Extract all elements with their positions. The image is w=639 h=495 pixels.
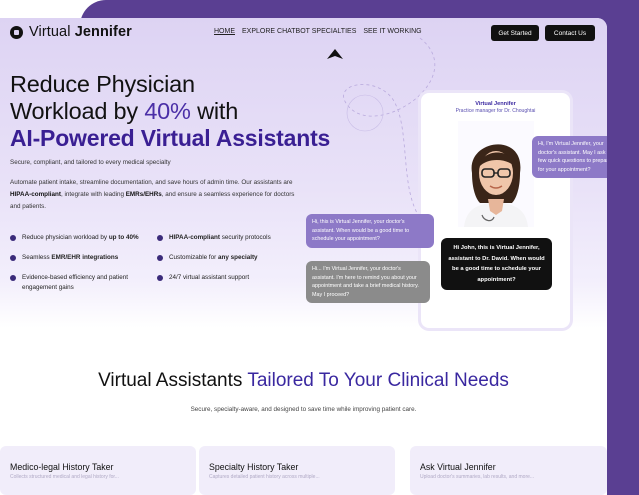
feature-item: HIPAA-compliant security protocols (157, 233, 317, 243)
get-started-button[interactable]: Get Started (491, 25, 539, 41)
dot-icon (10, 235, 16, 241)
nav-link-explore[interactable]: EXPLORE CHATBOT SPECIALTIES (242, 28, 356, 35)
card-description: Captures detailed patient history across… (209, 474, 320, 480)
logo-text: Virtual Jennifer (29, 24, 132, 40)
assistant-card[interactable]: Ask Virtual Jennifer Upload doctor's sum… (410, 446, 607, 495)
feature-item: Reduce physician workload by up to 40% (10, 233, 160, 243)
chat-header-subtitle: Practice manager for Dr. Choughtai (455, 108, 536, 114)
dot-icon (10, 255, 16, 261)
dot-icon (157, 275, 163, 281)
contact-us-button[interactable]: Contact Us (545, 25, 595, 41)
card-description: Collects structured medical and legal hi… (10, 474, 119, 480)
chat-bubble-assistant-reminder: Hi... I'm Virtual Jennifer, your doctor'… (306, 261, 430, 303)
hero-subtitle: Secure, compliant, and tailored to every… (10, 159, 171, 166)
hero-section: Virtual Jennifer HOME EXPLORE CHATBOT SP… (0, 18, 607, 328)
assistant-card[interactable]: Medico-legal History Taker Collects stru… (0, 446, 196, 495)
nav-links: HOME EXPLORE CHATBOT SPECIALTIES SEE IT … (214, 28, 422, 35)
chat-preview-phone: Virtual Jennifer Practice manager for Dr… (421, 93, 570, 328)
dot-icon (157, 235, 163, 241)
card-description: Upload doctor's summaries, lab results, … (420, 474, 535, 480)
nav-link-see-it-working[interactable]: SEE IT WORKING (363, 28, 421, 35)
section-title: Virtual Assistants Tailored To Your Clin… (98, 370, 509, 391)
logo-mark-icon (10, 25, 23, 39)
dot-icon (10, 275, 16, 281)
assistant-card[interactable]: Specialty History Taker Captures detaile… (199, 446, 395, 495)
section-subtitle: Secure, specialty-aware, and designed to… (190, 406, 417, 413)
dot-icon (157, 255, 163, 261)
nav-link-home[interactable]: HOME (214, 28, 235, 35)
top-nav: Virtual Jennifer HOME EXPLORE CHATBOT SP… (0, 18, 607, 48)
card-title: Ask Virtual Jennifer (420, 462, 496, 472)
card-title: Medico-legal History Taker (10, 462, 114, 472)
logo[interactable]: Virtual Jennifer (10, 24, 132, 40)
chat-bubble-assistant-top: Hi, I'm Virtual Jennifer, your doctor's … (532, 136, 607, 178)
doctor-avatar-icon (458, 121, 534, 227)
chat-header-title: Virtual Jennifer (475, 101, 516, 107)
feature-item: Seamless EMR/EHR integrations (10, 253, 160, 263)
feature-item: Evidence-based efficiency and patient en… (10, 273, 150, 293)
hero-headline: Reduce Physician Workload by 40% with AI… (10, 71, 331, 151)
feature-item: Customizable for any specialty (157, 253, 317, 263)
cursor-arrow-icon (327, 49, 343, 59)
chat-bubble-assistant-schedule: Hi, this is Virtual Jennifer, your docto… (306, 214, 434, 248)
card-title: Specialty History Taker (209, 462, 299, 472)
web-page: Virtual Jennifer HOME EXPLORE CHATBOT SP… (0, 18, 607, 495)
hero-description: Automate patient intake, streamline docu… (10, 179, 295, 210)
feature-item: 24/7 virtual assistant support (157, 273, 317, 283)
chat-bubble-assistant-black: Hi John, this is Virtual Jennifer, assis… (441, 238, 552, 290)
